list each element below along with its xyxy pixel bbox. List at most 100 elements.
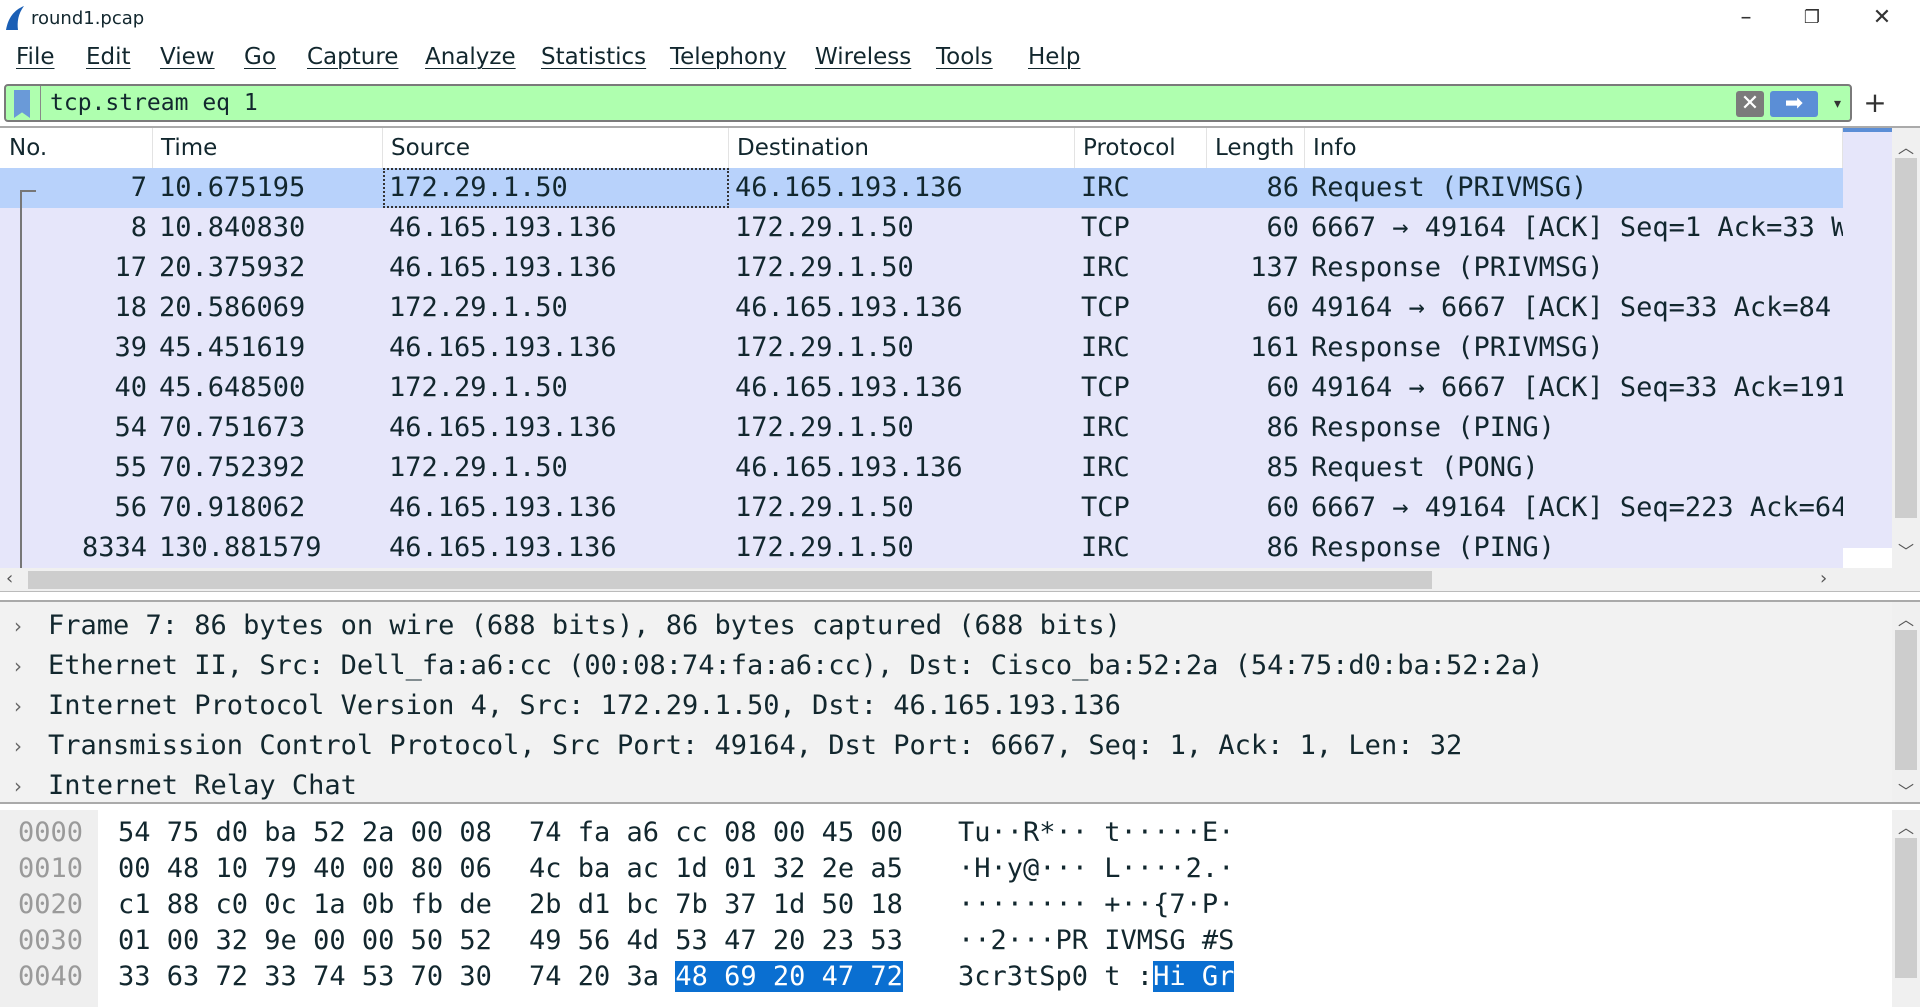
ascii-bytes[interactable]: ··2···PR IVMSG #S [958, 923, 1234, 959]
menu-edit[interactable]: Edit [86, 44, 131, 70]
scroll-thumb[interactable] [1895, 838, 1917, 978]
menu-tools[interactable]: Tools [936, 44, 993, 70]
expand-chevron-icon[interactable]: › [14, 686, 22, 726]
ascii-bytes[interactable]: Tu··R*·· t·····E· [958, 815, 1234, 851]
menu-statistics[interactable]: Statistics [541, 44, 646, 70]
minimize-button[interactable]: – [1716, 2, 1776, 34]
hex-bytes-group1[interactable]: 33 63 72 33 74 53 70 30 [118, 959, 492, 995]
menu-wireless[interactable]: Wireless [815, 44, 911, 70]
detail-tree-item[interactable]: › Frame 7: 86 bytes on wire (688 bits), 8… [0, 606, 1890, 646]
scroll-thumb[interactable] [1895, 158, 1917, 518]
ascii-bytes[interactable]: 3cr3tSp0 t :Hi Gr [958, 959, 1235, 995]
hex-bytes-group2[interactable]: 4c ba ac 1d 01 32 2e a5 [529, 851, 903, 887]
detail-label: Internet Protocol Version 4, Src: 172.29… [48, 690, 1121, 721]
hex-bytes-group2[interactable]: 74 20 3a 48 69 20 47 72 [529, 959, 903, 995]
column-header-destination[interactable]: Destination [729, 128, 1075, 168]
close-button[interactable]: ✕ [1852, 2, 1912, 34]
restore-button[interactable]: ❐ [1782, 2, 1842, 34]
cell-destination: 172.29.1.50 [735, 492, 914, 523]
clear-filter-icon[interactable]: ✕ [1736, 91, 1764, 117]
detail-label: Frame 7: 86 bytes on wire (688 bits), 86… [48, 610, 1121, 641]
packet-row[interactable]: 39 45.451619 46.165.193.136 172.29.1.50 IRC 1… [0, 328, 1843, 368]
scroll-right-icon[interactable]: › [1820, 568, 1827, 589]
menu-help[interactable]: Help [1028, 44, 1080, 70]
packet-row[interactable]: 40 45.648500 172.29.1.50 46.165.193.136 TCP 6… [0, 368, 1843, 408]
hex-bytes-group2[interactable]: 2b d1 bc 7b 37 1d 50 18 [529, 887, 903, 923]
selected-hex-bytes[interactable]: 48 69 20 47 72 [675, 961, 903, 992]
filter-history-dropdown-icon[interactable]: ▾ [1834, 91, 1850, 117]
packet-row[interactable]: 8 10.840830 46.165.193.136 172.29.1.50 TCP 60… [0, 208, 1843, 248]
expand-chevron-icon[interactable]: › [14, 726, 22, 766]
cell-source: 46.165.193.136 [389, 252, 617, 283]
column-header-length[interactable]: Length [1207, 128, 1305, 168]
hex-bytes-group2[interactable]: 49 56 4d 53 47 20 23 53 [529, 923, 903, 959]
menu-go[interactable]: Go [244, 44, 276, 70]
packet-row[interactable]: 18 20.586069 172.29.1.50 46.165.193.136 TCP 6… [0, 288, 1843, 328]
apply-filter-arrow-icon[interactable]: ➡ [1770, 91, 1818, 117]
detail-tree-item[interactable]: › Internet Relay Chat [0, 766, 1890, 806]
selected-ascii-text[interactable]: Hi Gr [1153, 961, 1235, 992]
details-vertical-scrollbar[interactable]: ︿ ﹀ [1892, 602, 1920, 802]
scroll-down-icon[interactable]: ﹀ [1892, 778, 1920, 802]
hex-row: 0020 c1 88 c0 0c 1a 0b fb de 2b d1 bc 7b 3… [0, 887, 1890, 923]
menu-capture[interactable]: Capture [307, 44, 398, 70]
detail-tree-item[interactable]: › Internet Protocol Version 4, Src: 172.2… [0, 686, 1890, 726]
packet-list: No. Time Source Destination Protocol Length In… [0, 126, 1920, 592]
packet-list-horizontal-scrollbar[interactable]: ‹ › [0, 568, 1920, 592]
ascii-bytes[interactable]: ·H·y@··· L····2.· [958, 851, 1234, 887]
menu-telephony[interactable]: Telephony [670, 44, 786, 70]
hex-bytes-group2[interactable]: 74 fa a6 cc 08 00 45 00 [529, 815, 903, 851]
scroll-up-icon[interactable]: ︿ [1892, 134, 1920, 158]
expand-chevron-icon[interactable]: › [14, 766, 22, 806]
filter-divider [40, 86, 41, 120]
cell-destination: 172.29.1.50 [735, 412, 914, 443]
conversation-bracket-start [20, 190, 36, 192]
column-header-protocol[interactable]: Protocol [1075, 128, 1207, 168]
scroll-left-icon[interactable]: ‹ [6, 568, 13, 589]
column-header-no[interactable]: No. [0, 128, 153, 168]
packet-list-vertical-scrollbar[interactable]: ︿ ﹀ [1892, 128, 1920, 568]
cell-info: Response (PRIVMSG) [1311, 252, 1604, 283]
cell-number: 39 [114, 332, 147, 363]
expand-chevron-icon[interactable]: › [14, 606, 22, 646]
packet-row[interactable]: 56 70.918062 46.165.193.136 172.29.1.50 TCP 6… [0, 488, 1843, 528]
menu-analyze[interactable]: Analyze [425, 44, 516, 70]
ascii-bytes[interactable]: ········ +··{7·P· [958, 887, 1234, 923]
hex-bytes-group1[interactable]: 00 48 10 79 40 00 80 06 [118, 851, 492, 887]
bookmark-icon[interactable] [14, 90, 30, 118]
cell-source: 172.29.1.50 [389, 452, 568, 483]
scroll-up-icon[interactable]: ︿ [1892, 814, 1920, 838]
column-header-info[interactable]: Info [1305, 128, 1843, 168]
packet-row[interactable]: 8334 130.881579 46.165.193.136 172.29.1.50 I… [0, 528, 1843, 568]
column-header-source[interactable]: Source [383, 128, 729, 168]
cell-number: 40 [114, 372, 147, 403]
add-filter-button[interactable]: + [1860, 86, 1890, 120]
horizontal-scroll-thumb[interactable] [28, 571, 1432, 589]
menu-file[interactable]: File [16, 44, 55, 70]
display-filter-input[interactable] [50, 89, 1730, 117]
packet-row[interactable]: 54 70.751673 46.165.193.136 172.29.1.50 IRC 8… [0, 408, 1843, 448]
cell-length: 85 [1266, 452, 1299, 483]
hex-bytes: 74 fa a6 cc 08 00 45 00 [529, 817, 903, 848]
packet-row[interactable]: 17 20.375932 46.165.193.136 172.29.1.50 IRC 1… [0, 248, 1843, 288]
detail-tree-item[interactable]: › Transmission Control Protocol, Src Port… [0, 726, 1890, 766]
expand-chevron-icon[interactable]: › [14, 646, 22, 686]
cell-source: 46.165.193.136 [389, 332, 617, 363]
scroll-up-icon[interactable]: ︿ [1892, 606, 1920, 630]
bytes-vertical-scrollbar[interactable]: ︿ [1892, 810, 1920, 1007]
cell-info: Response (PING) [1311, 532, 1555, 563]
packet-row[interactable]: 55 70.752392 172.29.1.50 46.165.193.136 IRC 8… [0, 448, 1843, 488]
scroll-down-icon[interactable]: ﹀ [1892, 538, 1920, 562]
packet-row[interactable]: 7 10.675195 172.29.1.50 46.165.193.136 IRC 86… [0, 168, 1843, 208]
detail-tree-item[interactable]: › Ethernet II, Src: Dell_fa:a6:cc (00:08:… [0, 646, 1890, 686]
hex-offset: 0000 [18, 817, 84, 848]
menu-view[interactable]: View [160, 44, 215, 70]
title-bar: round1.pcap – ❐ ✕ [0, 0, 1920, 36]
hex-row: 0030 01 00 32 9e 00 00 50 52 49 56 4d 53 4… [0, 923, 1890, 959]
hex-bytes-group1[interactable]: 54 75 d0 ba 52 2a 00 08 [118, 815, 492, 851]
scroll-thumb[interactable] [1895, 630, 1917, 770]
hex-bytes-group1[interactable]: 01 00 32 9e 00 00 50 52 [118, 923, 492, 959]
column-header-time[interactable]: Time [153, 128, 383, 168]
hex-bytes-group1[interactable]: c1 88 c0 0c 1a 0b fb de [118, 887, 492, 923]
cell-info: 49164 → 6667 [ACK] Seq=33 Ack=84 Win=641… [1311, 292, 1843, 323]
